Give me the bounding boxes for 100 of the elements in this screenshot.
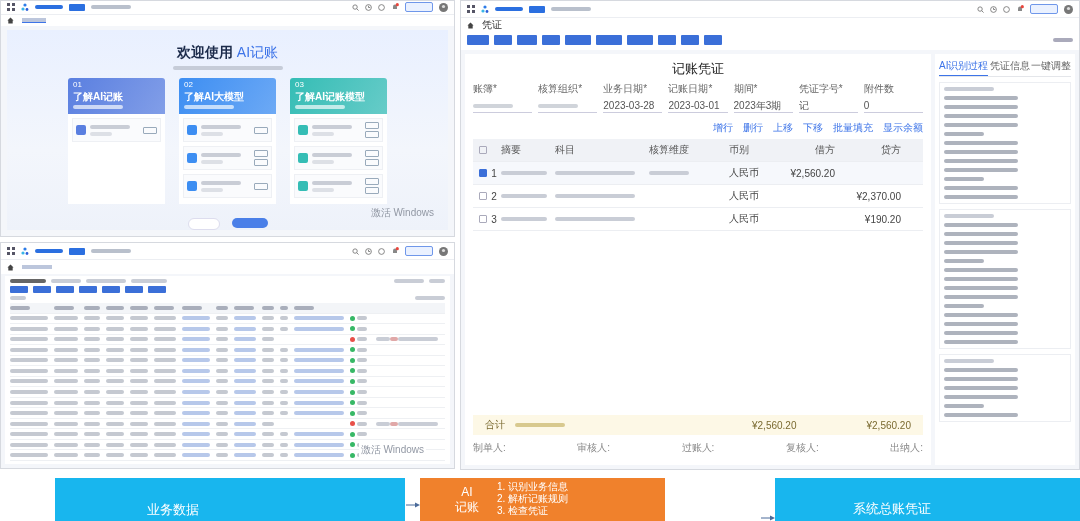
account-button[interactable] xyxy=(405,2,433,13)
start-button[interactable] xyxy=(231,218,268,228)
clock-icon[interactable] xyxy=(365,3,372,11)
entry-button[interactable] xyxy=(365,178,379,185)
input-field[interactable]: 0 xyxy=(863,99,923,113)
text-bar xyxy=(10,305,30,310)
input-field[interactable]: 记 xyxy=(798,99,858,113)
row-action-link[interactable]: 删行 xyxy=(743,121,763,135)
panel-tab[interactable]: AI识别过程 xyxy=(939,57,989,76)
clock-icon[interactable] xyxy=(365,247,372,255)
search-icon[interactable] xyxy=(352,247,359,255)
text-bar xyxy=(84,379,100,384)
toolbar-button[interactable] xyxy=(10,286,28,293)
toolbar-button[interactable] xyxy=(102,286,120,293)
entry-tile[interactable] xyxy=(183,118,272,142)
text-bar xyxy=(182,305,202,310)
bell-icon[interactable] xyxy=(391,3,399,12)
text-bar xyxy=(10,432,48,437)
text-bar xyxy=(154,305,174,310)
entry-button[interactable] xyxy=(143,126,157,134)
text-bar xyxy=(10,379,48,384)
input-field[interactable]: 2023年3期 xyxy=(733,99,793,113)
help-icon[interactable] xyxy=(378,247,385,255)
entry-button[interactable] xyxy=(254,159,268,166)
toolbar-button[interactable] xyxy=(56,286,74,293)
text-bar xyxy=(357,347,367,352)
page-tab[interactable] xyxy=(22,17,46,23)
cancel-button[interactable] xyxy=(187,218,220,230)
panel-tab[interactable]: 凭证信息 xyxy=(989,57,1030,76)
home-icon[interactable] xyxy=(7,16,14,24)
entry-button[interactable] xyxy=(365,187,379,194)
text-bar xyxy=(130,347,148,352)
toolbar-button[interactable] xyxy=(79,286,97,293)
field-label: 凭证字号* xyxy=(798,82,844,96)
toolbar-button[interactable] xyxy=(125,286,143,293)
entry-button[interactable] xyxy=(365,131,379,138)
help-icon[interactable] xyxy=(378,3,385,11)
entry-tile[interactable] xyxy=(294,174,383,198)
row-action-link[interactable]: 增行 xyxy=(713,121,733,135)
row-action-link[interactable]: 上移 xyxy=(773,121,793,135)
home-icon[interactable] xyxy=(7,263,14,271)
grid-icon[interactable] xyxy=(7,247,15,255)
row-action-link[interactable]: 显示余额 xyxy=(883,121,923,135)
text-bar xyxy=(357,432,367,437)
toolbar-button[interactable] xyxy=(33,286,51,293)
header-checkbox[interactable] xyxy=(479,146,487,154)
toolbar-button[interactable] xyxy=(148,286,166,293)
credit-amount: ¥190.20 xyxy=(864,213,901,225)
row-action-link[interactable]: 下移 xyxy=(803,121,823,135)
entry-tile[interactable] xyxy=(294,146,383,170)
text-bar xyxy=(944,214,994,218)
avatar-icon[interactable] xyxy=(439,2,448,12)
grid-icon[interactable] xyxy=(7,3,15,12)
avatar-icon[interactable] xyxy=(1064,4,1073,14)
text-bar xyxy=(280,432,288,437)
input-field[interactable]: 2023-03-28 xyxy=(603,99,663,113)
text-bar xyxy=(515,423,565,427)
account-button[interactable] xyxy=(1030,4,1058,14)
entry-tile[interactable] xyxy=(72,118,161,142)
clock-icon[interactable] xyxy=(990,5,997,13)
help-icon[interactable] xyxy=(1003,5,1010,13)
text-bar xyxy=(262,316,274,321)
text-bar xyxy=(106,400,124,405)
text-bar xyxy=(106,432,124,437)
entry-button[interactable] xyxy=(365,122,379,129)
entry-button[interactable] xyxy=(254,182,268,190)
entry-tile[interactable] xyxy=(183,146,272,170)
entry-button[interactable] xyxy=(254,150,268,157)
entry-button[interactable] xyxy=(254,126,268,134)
entry-button[interactable] xyxy=(365,150,379,157)
document-icon xyxy=(187,181,197,191)
entry-tile[interactable] xyxy=(294,118,383,142)
home-icon[interactable] xyxy=(467,21,474,29)
entry-tile[interactable] xyxy=(183,174,272,198)
avatar-icon[interactable] xyxy=(439,246,448,256)
row-checkbox[interactable] xyxy=(479,215,487,223)
toolbar-button[interactable] xyxy=(494,35,512,45)
bell-icon[interactable] xyxy=(1016,5,1024,13)
panel-tab[interactable]: 一键调整 xyxy=(1031,57,1071,76)
entry-button[interactable] xyxy=(365,159,379,166)
toolbar-button[interactable] xyxy=(704,35,722,45)
search-icon[interactable] xyxy=(352,3,359,11)
text-bar xyxy=(10,390,48,394)
column-header: 核算维度 xyxy=(649,143,690,157)
text-bar xyxy=(182,411,210,416)
process-label: AI 记账 xyxy=(455,484,479,515)
grid-icon[interactable] xyxy=(467,5,475,13)
row-action-link[interactable]: 批量填充 xyxy=(833,121,873,135)
text-bar xyxy=(234,368,256,373)
input-field[interactable]: 2023-03-01 xyxy=(668,99,728,113)
text-bar xyxy=(54,400,78,405)
account-button[interactable] xyxy=(405,246,433,256)
row-checkbox[interactable] xyxy=(479,192,487,200)
search-icon[interactable] xyxy=(977,5,984,13)
bell-icon[interactable] xyxy=(391,247,399,255)
toolbar-button[interactable] xyxy=(681,35,699,45)
toolbar-button[interactable] xyxy=(542,35,560,45)
row-checkbox[interactable] xyxy=(479,169,487,177)
toolbar-button[interactable] xyxy=(658,35,676,45)
text-bar xyxy=(262,421,274,426)
